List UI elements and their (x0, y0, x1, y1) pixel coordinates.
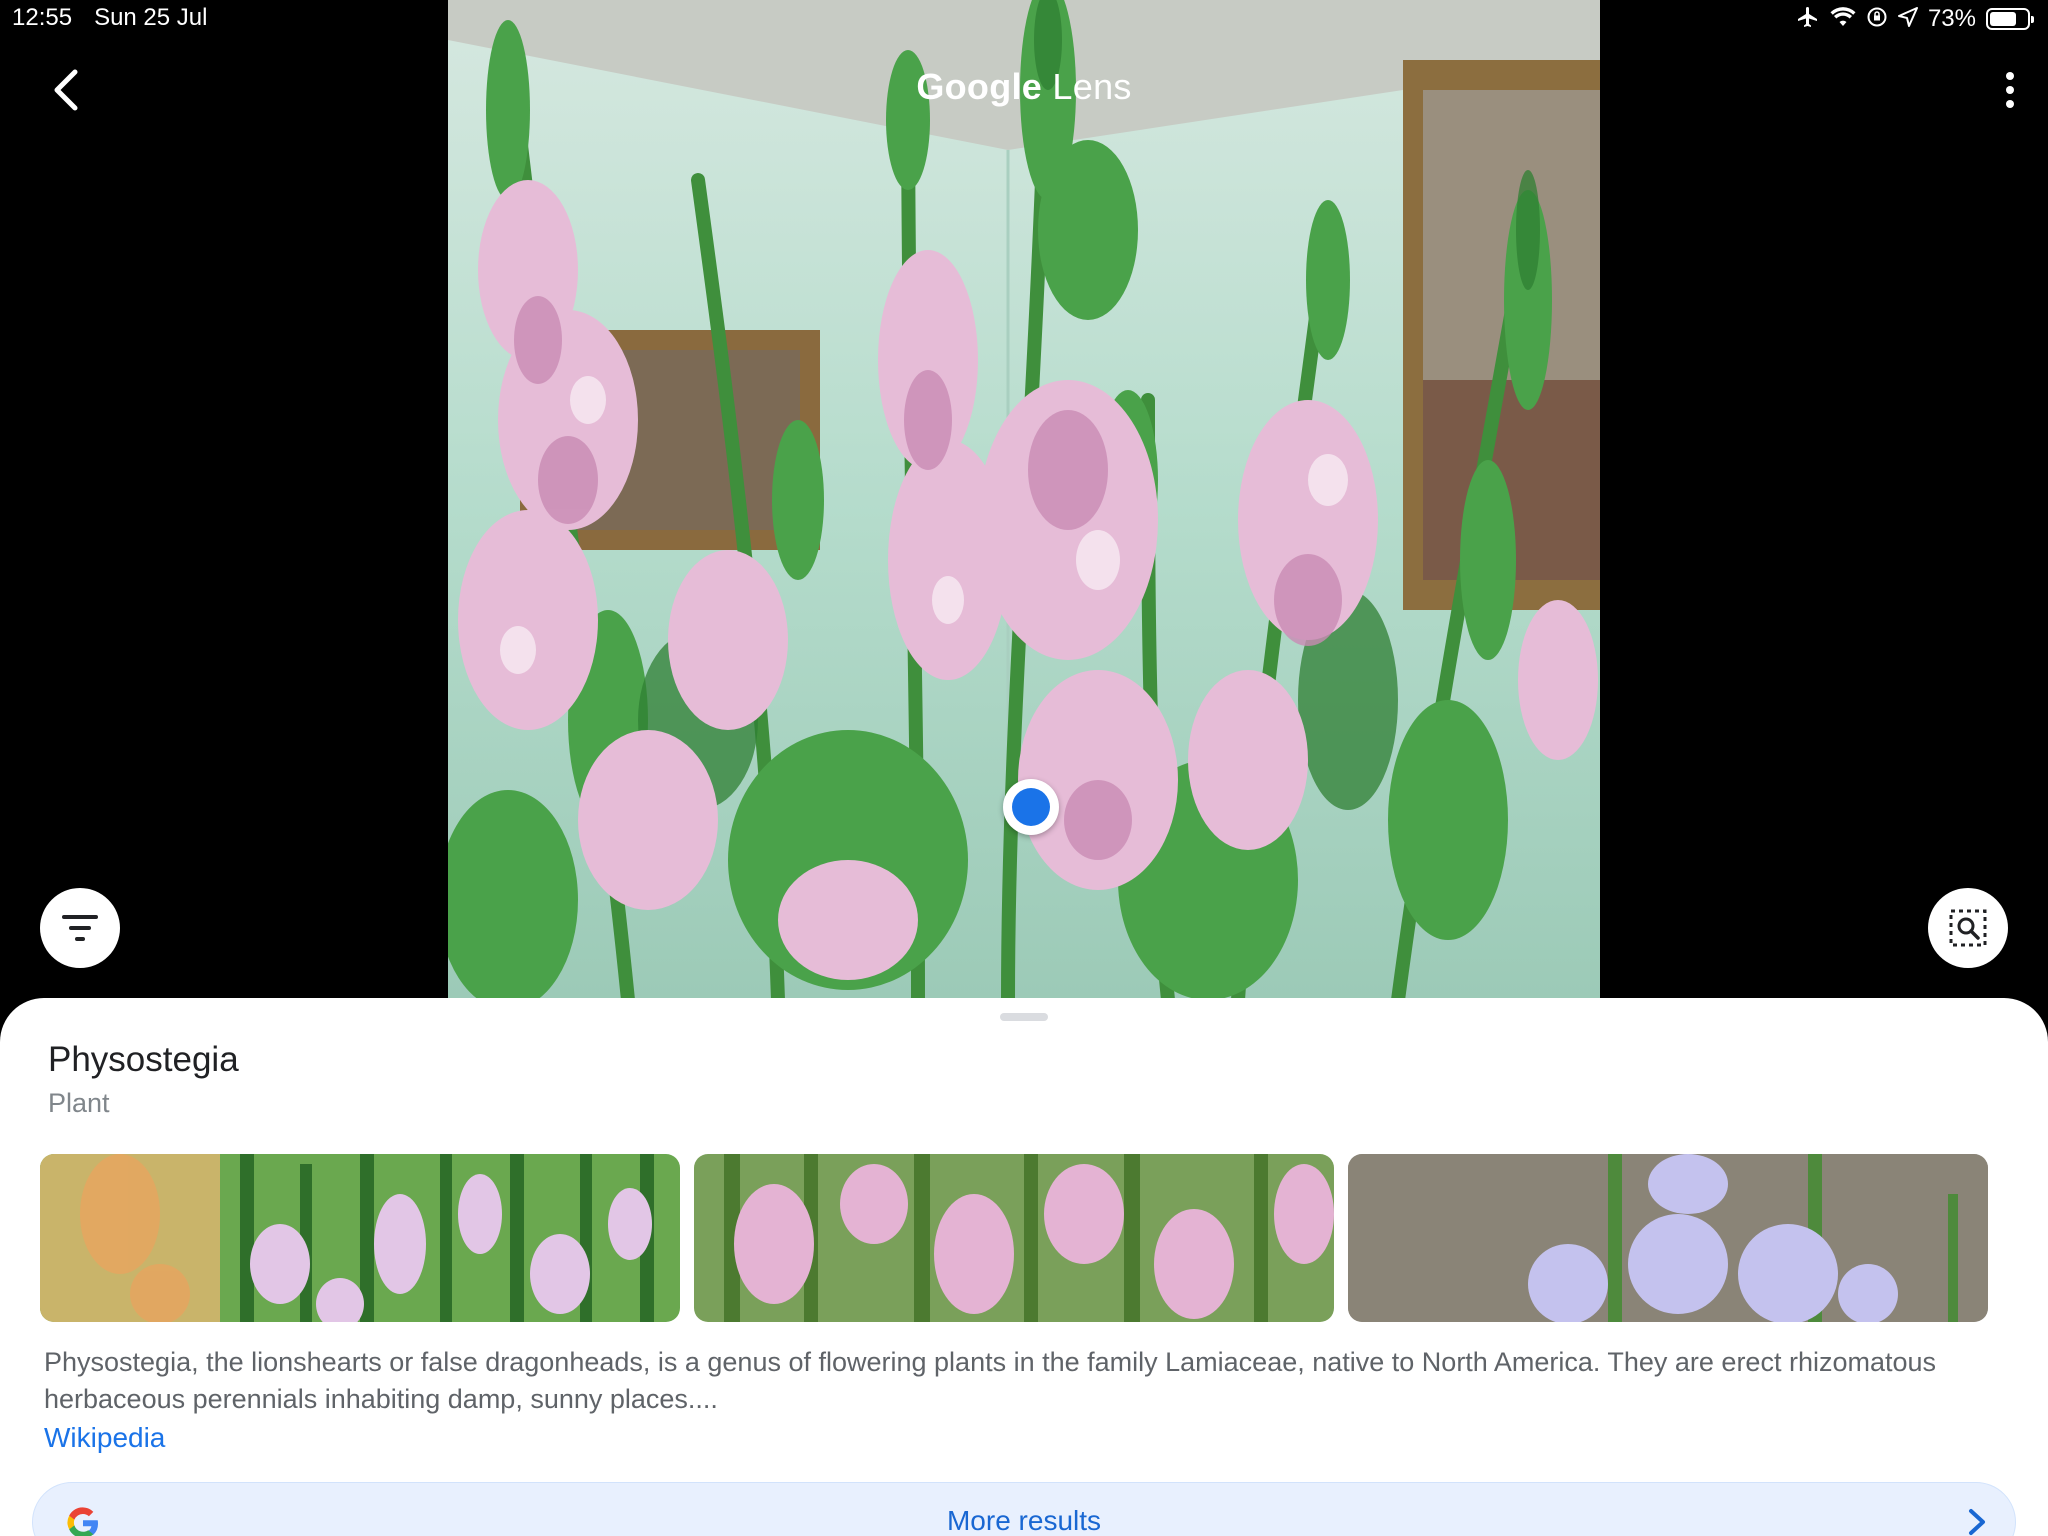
result-images (40, 1154, 1988, 1322)
status-date: Sun 25 Jul (94, 4, 208, 31)
results-sheet[interactable]: Physostegia Plant Physostegia, the lions… (0, 998, 2048, 1536)
more-results-button[interactable]: More results (32, 1482, 2016, 1536)
camera-image[interactable] (448, 0, 1600, 1000)
more-vertical-icon-dot (2006, 86, 2014, 94)
result-image[interactable] (1348, 1154, 1988, 1322)
battery-level (1990, 12, 2017, 26)
image-search-icon (1949, 909, 1987, 947)
app-title-product: Lens (1052, 66, 1132, 107)
result-image-art (40, 1154, 680, 1322)
result-image-art (694, 1154, 1334, 1322)
focus-point-inner (1012, 788, 1050, 826)
airplane-icon (1796, 5, 1820, 33)
status-right: 73% (1796, 5, 2034, 33)
result-image[interactable] (40, 1154, 680, 1322)
status-time: 12:55 (12, 4, 73, 31)
result-image-art (1348, 1154, 1988, 1322)
flower-photo (448, 0, 1600, 1000)
location-icon (1897, 7, 1918, 31)
rotation-lock-icon (1866, 6, 1888, 32)
more-results-label: More results (946, 1505, 1102, 1536)
filter-icon (62, 915, 98, 941)
chevron-right-icon (1969, 1509, 1985, 1535)
more-vertical-icon-dot (2006, 72, 2014, 80)
app-title-brand: Google (916, 66, 1043, 107)
more-vertical-icon-dot (2006, 100, 2014, 108)
image-search-button[interactable] (1928, 888, 2008, 968)
sheet-drag-handle[interactable] (1000, 1013, 1048, 1021)
status-bar: 12:55 Sun 25 Jul 73% (0, 0, 2048, 40)
wikipedia-link[interactable]: Wikipedia (44, 1422, 165, 1454)
filter-button[interactable] (40, 888, 120, 968)
app-title: Google Lens (0, 66, 2048, 108)
result-description: Physostegia, the lionshearts or false dr… (44, 1347, 1937, 1414)
battery-icon (1986, 8, 2034, 30)
result-subtitle: Plant (48, 1088, 110, 1118)
status-left: 12:55 Sun 25 Jul (12, 4, 207, 32)
result-title: Physostegia (48, 1040, 239, 1079)
more-options-button[interactable] (1998, 66, 2022, 114)
wifi-icon (1830, 6, 1856, 32)
result-image[interactable] (694, 1154, 1334, 1322)
focus-point[interactable] (1003, 779, 1059, 835)
battery-percentage: 73% (1927, 5, 1976, 32)
